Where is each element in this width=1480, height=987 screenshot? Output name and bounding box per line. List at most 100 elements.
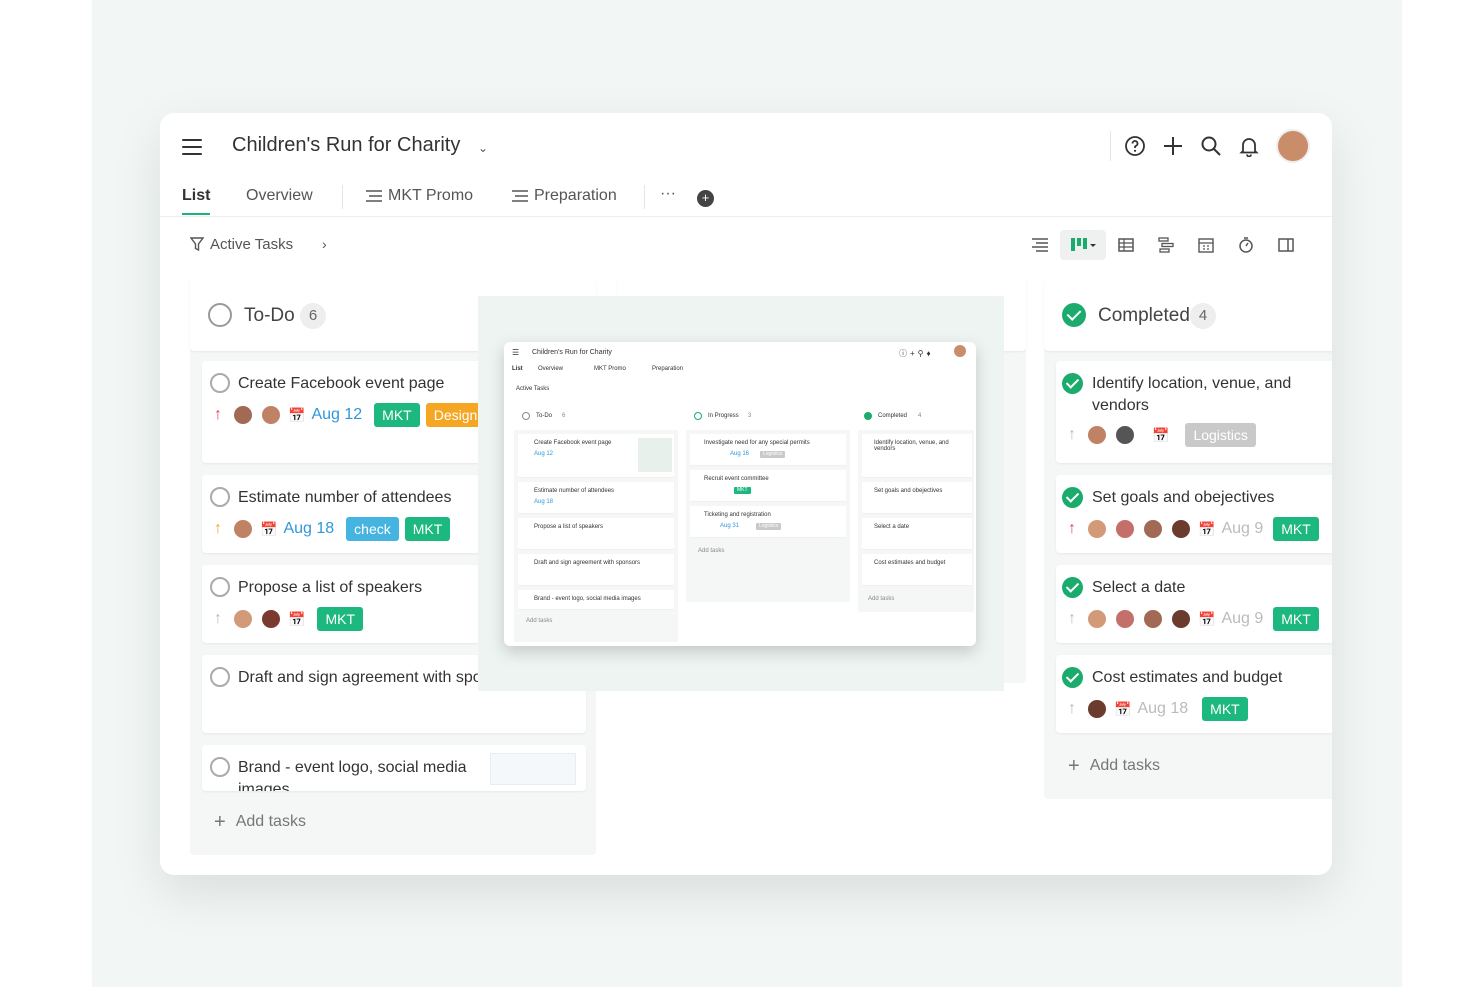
column-header: Completed 4 [1044, 279, 1332, 351]
mini-card-title: Select a date [874, 524, 910, 530]
mini-card: Estimate number of attendees Aug 18 [518, 482, 674, 514]
avatar [954, 345, 966, 357]
add-tab-icon[interactable]: + [697, 190, 714, 207]
chevron-right-icon[interactable]: › [322, 236, 327, 252]
task-card[interactable]: Brand - event logo, social media images [202, 745, 586, 791]
tag-check: check [346, 517, 399, 541]
mini-column-title: Completed [878, 413, 908, 419]
filter-icon[interactable] [190, 237, 204, 251]
mini-column-title: To-Do [536, 413, 553, 419]
task-checkbox[interactable] [210, 577, 230, 597]
mini-card-title: Recruit event committee [704, 476, 769, 482]
task-meta: ↑ 📅 Logistics [1064, 421, 1256, 449]
priority-none-icon: ↑ [1068, 610, 1076, 627]
task-card[interactable]: Cost estimates and budget ↑ 📅 Aug 18 MKT [1056, 655, 1332, 733]
project-title[interactable]: Children's Run for Charity [232, 134, 460, 157]
mini-board-preview: ☰ Children's Run for Charity ⓘ+⚲♦ List O… [504, 342, 976, 646]
table-view-icon[interactable] [1106, 230, 1146, 260]
priority-high-icon: ↑ [214, 406, 222, 423]
app-window: Children's Run for Charity ⌄ List Overvi… [160, 113, 1332, 875]
status-circle-icon [208, 303, 232, 327]
help-icon[interactable] [1124, 135, 1146, 157]
add-tasks-button[interactable]: + Add tasks [214, 811, 306, 833]
due-date: Aug 9 [1221, 610, 1264, 627]
mini-column-todo: To-Do 6 Create Facebook event page Aug 1… [514, 402, 678, 642]
priority-high-icon: ↑ [1068, 520, 1076, 537]
due-date: Aug 18 [1137, 700, 1189, 717]
tab-overview[interactable]: Overview [246, 187, 313, 205]
tab-mkt-promo[interactable]: MKT Promo [366, 187, 473, 205]
user-avatar[interactable] [1276, 129, 1310, 163]
active-tasks-filter[interactable]: Active Tasks [210, 236, 293, 253]
menu-icon[interactable]: ☰ [512, 348, 519, 357]
chevron-down-icon[interactable]: ⌄ [478, 141, 488, 155]
plus-icon: + [1068, 755, 1080, 777]
column-completed: Completed 4 Identify location, venue, an… [1044, 279, 1332, 799]
task-completed-checkbox[interactable] [1062, 487, 1083, 508]
mini-column-header: Completed 4 [858, 402, 974, 430]
mini-date: Aug 31 [720, 523, 740, 529]
task-title: Set goals and obejectives [1092, 489, 1275, 506]
add-icon[interactable] [1162, 135, 1184, 157]
calendar-icon: 📅 [1114, 700, 1132, 717]
view-toolbar [1020, 230, 1306, 260]
list-icon [512, 190, 528, 202]
mini-card: Ticketing and registration Aug 31 Logist… [690, 506, 846, 538]
avatar [1114, 424, 1136, 446]
task-checkbox[interactable] [210, 487, 230, 507]
mini-card: Cost estimates and budget [862, 554, 972, 586]
mini-date: Aug 16 [730, 451, 750, 457]
menu-icon[interactable] [182, 139, 202, 155]
priority-none-icon: ↑ [1068, 426, 1076, 443]
avatar [1142, 518, 1164, 540]
mini-card: Draft and sign agreement with sponsors [518, 554, 674, 586]
task-completed-checkbox[interactable] [1062, 373, 1083, 394]
mini-column-header: In Progress 3 [686, 402, 850, 430]
add-tasks-label: Add tasks [1089, 757, 1160, 774]
task-card[interactable]: Identify location, venue, and vendors ↑ … [1056, 361, 1332, 463]
add-tasks-button[interactable]: + Add tasks [1068, 755, 1160, 777]
panel-toggle-icon[interactable] [1266, 230, 1306, 260]
calendar-icon: 📅 [1198, 610, 1216, 627]
completed-check-icon [864, 412, 872, 420]
avatar [232, 518, 254, 540]
task-completed-checkbox[interactable] [1062, 577, 1083, 598]
task-card[interactable]: Select a date ↑ 📅 Aug 9 MKT [1056, 565, 1332, 643]
due-date: Aug 12 [311, 406, 363, 423]
bell-icon[interactable] [1238, 135, 1260, 157]
mini-card: Set goals and obejectives [862, 482, 972, 514]
tab-preparation[interactable]: Preparation [512, 187, 617, 205]
mini-card-title: Ticketing and registration [704, 512, 771, 518]
tag-mkt: MKT [1273, 517, 1319, 541]
calendar-view-icon[interactable] [1186, 230, 1226, 260]
mini-card-title: Investigate need for any special permits [704, 440, 810, 446]
task-checkbox[interactable] [210, 373, 230, 393]
task-completed-checkbox[interactable] [1062, 667, 1083, 688]
mini-card-title: Propose a list of speakers [534, 524, 604, 530]
mini-count: 4 [918, 413, 922, 419]
task-title: Propose a list of speakers [238, 579, 423, 596]
mini-card-title: Identify location, venue, and vendors [874, 440, 949, 452]
task-checkbox[interactable] [210, 667, 230, 687]
mini-column-title: In Progress [708, 413, 739, 419]
sort-icon[interactable] [1020, 230, 1060, 260]
gantt-view-icon[interactable] [1146, 230, 1186, 260]
board-view-icon[interactable] [1060, 230, 1106, 260]
status-circle-icon [522, 412, 530, 420]
task-checkbox[interactable] [210, 757, 230, 777]
timer-icon[interactable] [1226, 230, 1266, 260]
task-meta: ↑ 📅 Aug 18 MKT [1064, 695, 1248, 723]
task-meta: ↑ 📅 Aug 18 check MKT [210, 515, 451, 543]
mini-card-title: Create Facebook event page [534, 440, 612, 446]
task-card[interactable]: Set goals and obejectives ↑ 📅 Aug 9 MKT [1056, 475, 1332, 553]
calendar-icon: 📅 [260, 520, 278, 537]
mini-add-tasks: Add tasks [698, 548, 725, 554]
mini-card-title: Cost estimates and budget [874, 560, 946, 566]
attachment-thumbnail[interactable] [490, 753, 576, 785]
tab-label: Preparation [534, 187, 617, 204]
tab-list[interactable]: List [182, 187, 211, 215]
plus-icon: + [214, 811, 226, 833]
more-tabs-button[interactable]: ··· [660, 185, 676, 203]
task-title: Identify location, venue, and vendors [1092, 375, 1292, 414]
search-icon[interactable] [1200, 135, 1222, 157]
